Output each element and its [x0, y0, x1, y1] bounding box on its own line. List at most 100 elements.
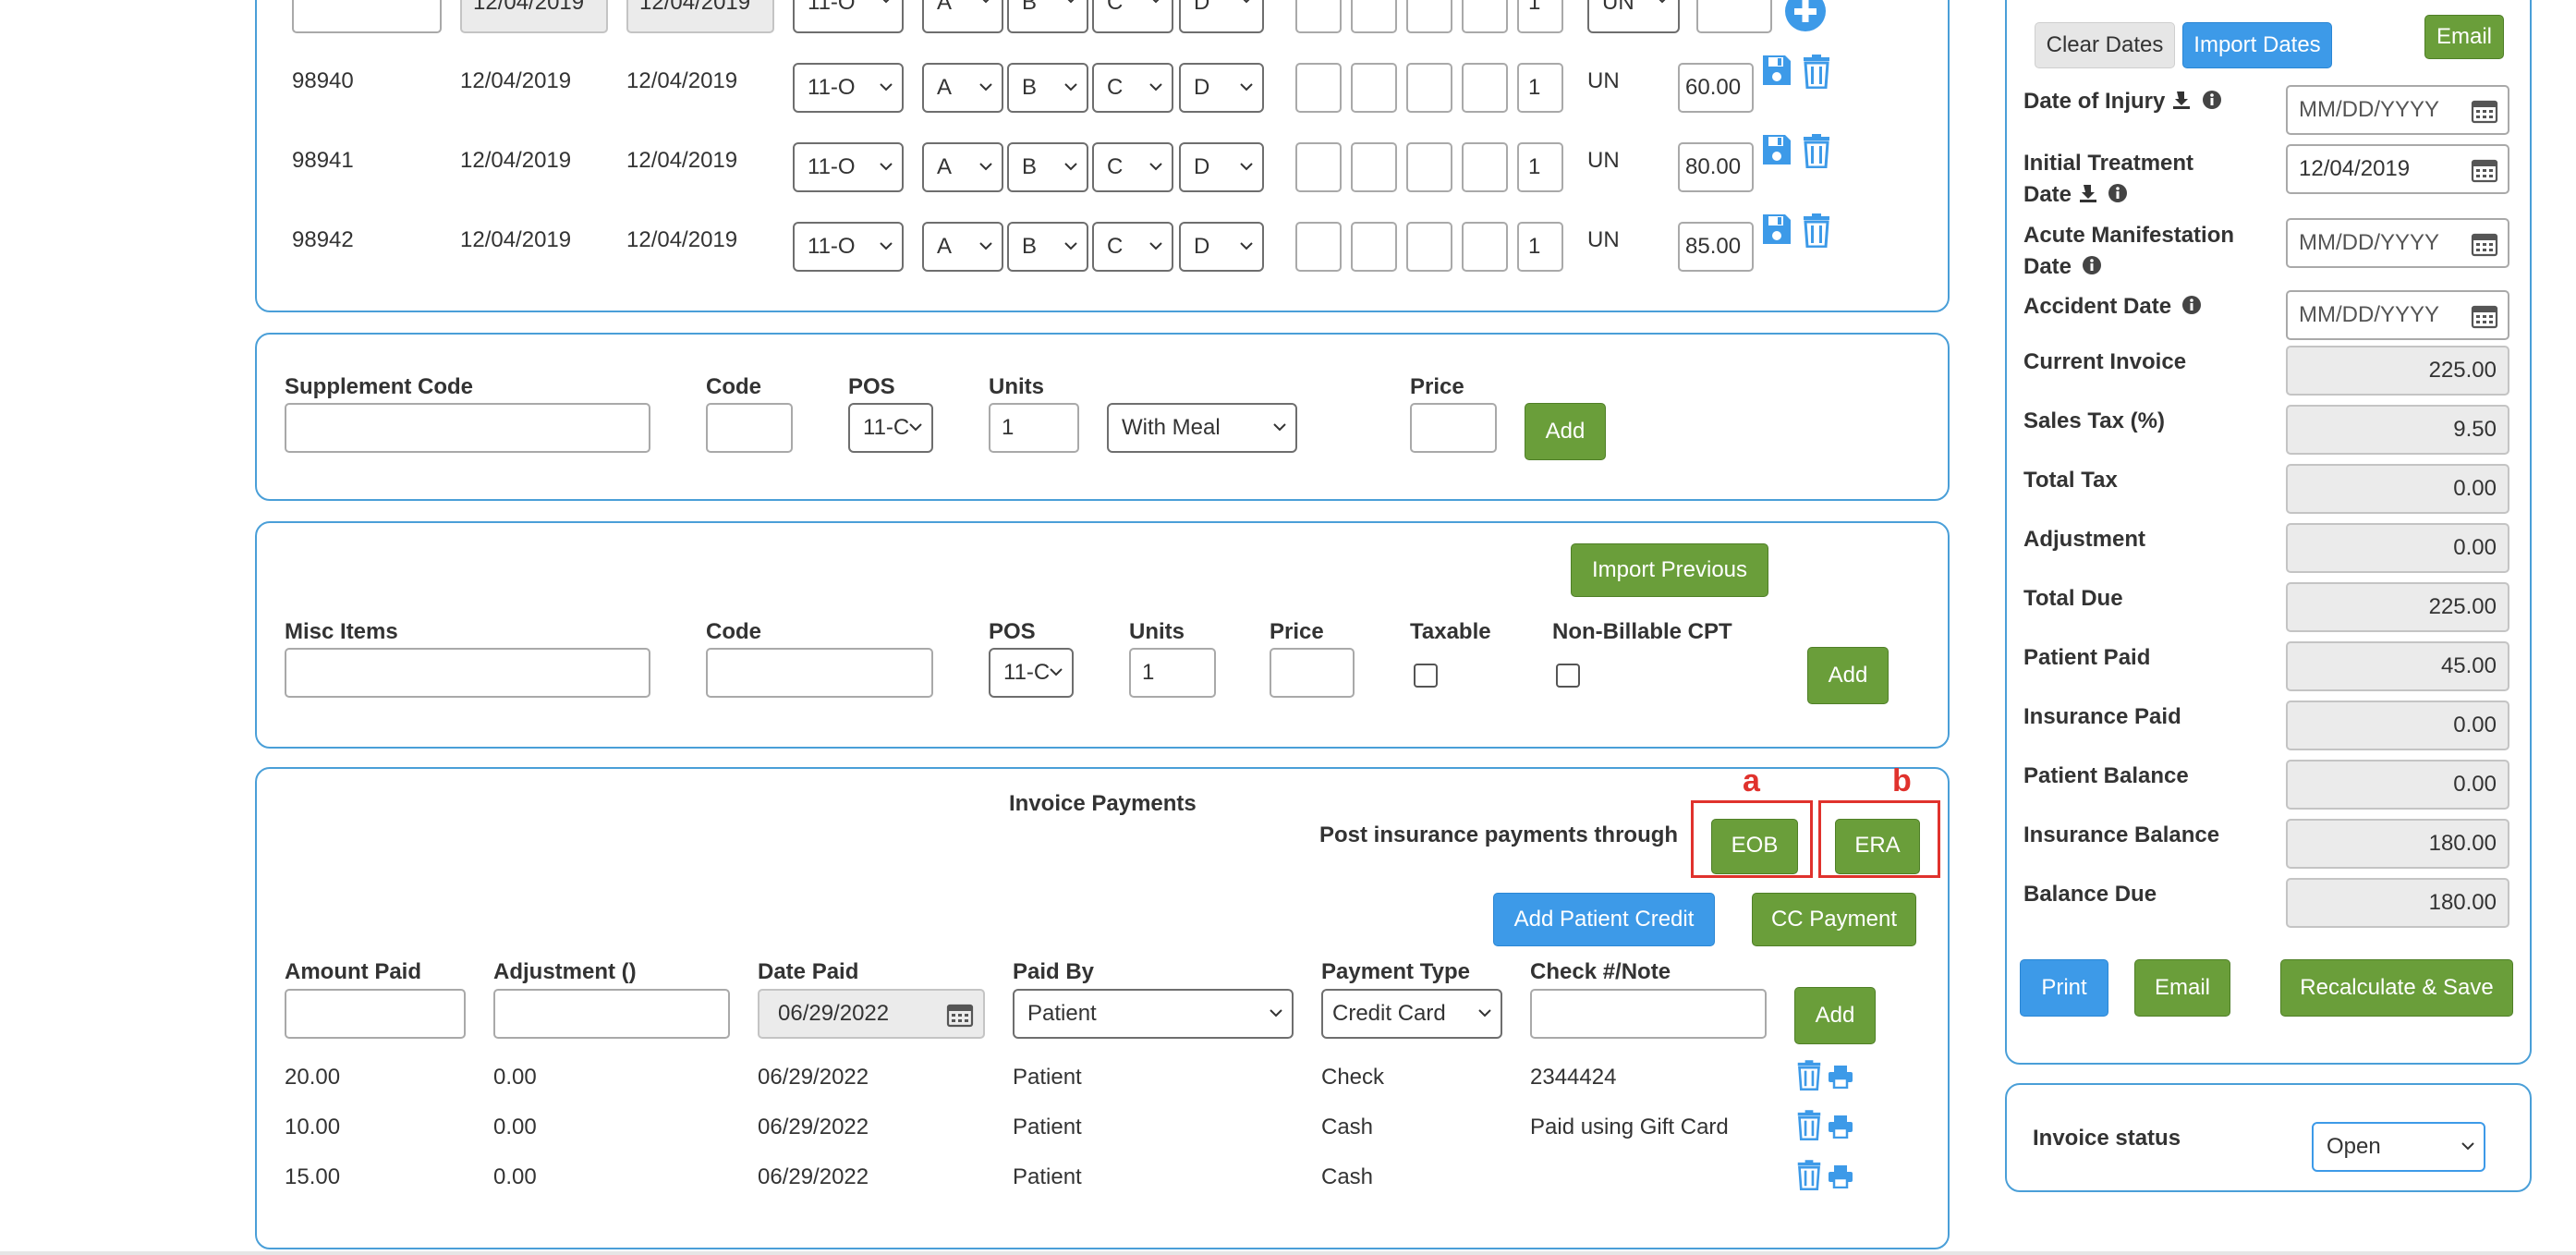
row-pos-select[interactable]: 11-O: [793, 63, 904, 113]
info-icon[interactable]: [2202, 90, 2222, 110]
initial-treatment-input[interactable]: 12/04/2019: [2286, 144, 2509, 194]
supplement-meal-select[interactable]: With Meal: [1107, 403, 1297, 453]
acute-manifestation-input[interactable]: MM/DD/YYYY: [2286, 218, 2509, 268]
supplement-code-small-input[interactable]: [706, 403, 793, 453]
row-mod-b[interactable]: B: [1007, 142, 1088, 192]
delete-payment-button[interactable]: [1796, 1059, 1822, 1095]
save-row-button[interactable]: [1761, 133, 1792, 171]
row-price-input[interactable]: 60.00: [1678, 63, 1754, 113]
row-dx2-input[interactable]: [1351, 63, 1397, 113]
save-row-button[interactable]: [1761, 213, 1792, 250]
misc-price-input[interactable]: [1270, 648, 1355, 698]
paid-by-select[interactable]: Patient: [1013, 989, 1294, 1039]
amount-paid-input[interactable]: [285, 989, 466, 1039]
era-button[interactable]: ERA: [1835, 819, 1920, 874]
new-row-dx1[interactable]: [1295, 0, 1342, 33]
eob-button[interactable]: EOB: [1711, 819, 1798, 874]
print-receipt-button[interactable]: [1828, 1164, 1853, 1193]
new-row-mod-d[interactable]: D: [1179, 0, 1264, 33]
row-dx4-input[interactable]: [1462, 142, 1508, 192]
cc-payment-button[interactable]: CC Payment: [1752, 893, 1916, 946]
new-row-mod-b[interactable]: B: [1007, 0, 1088, 33]
add-patient-credit-button[interactable]: Add Patient Credit: [1493, 893, 1715, 946]
misc-code-input[interactable]: [706, 648, 933, 698]
row-mod-d[interactable]: D: [1179, 142, 1264, 192]
new-row-mod-a[interactable]: A: [922, 0, 1003, 33]
row-dx1-input[interactable]: [1295, 222, 1342, 272]
row-dx1-input[interactable]: [1295, 142, 1342, 192]
info-icon[interactable]: [2181, 295, 2202, 315]
print-button[interactable]: Print: [2020, 959, 2108, 1017]
adjustment-input[interactable]: [493, 989, 730, 1039]
row-mod-d[interactable]: D: [1179, 63, 1264, 113]
invoice-status-select[interactable]: Open: [2312, 1122, 2485, 1172]
date-of-injury-input[interactable]: MM/DD/YYYY: [2286, 85, 2509, 135]
row-dx3-input[interactable]: [1406, 142, 1452, 192]
delete-payment-button[interactable]: [1796, 1109, 1822, 1145]
row-dx3-input[interactable]: [1406, 63, 1452, 113]
row-dx2-input[interactable]: [1351, 222, 1397, 272]
row-mod-c[interactable]: C: [1092, 142, 1173, 192]
row-mod-c[interactable]: C: [1092, 63, 1173, 113]
row-units-input[interactable]: 1: [1517, 142, 1563, 192]
save-row-button[interactable]: [1761, 54, 1792, 91]
misc-units-input[interactable]: 1: [1129, 648, 1216, 698]
print-receipt-button[interactable]: [1828, 1115, 1853, 1143]
misc-add-button[interactable]: Add: [1807, 647, 1889, 704]
row-dx1-input[interactable]: [1295, 63, 1342, 113]
print-receipt-button[interactable]: [1828, 1065, 1853, 1093]
misc-items-input[interactable]: [285, 648, 650, 698]
row-units-input[interactable]: 1: [1517, 63, 1563, 113]
row-mod-c[interactable]: C: [1092, 222, 1173, 272]
new-row-dx2[interactable]: [1351, 0, 1397, 33]
supplement-price-input[interactable]: [1410, 403, 1497, 453]
info-icon[interactable]: [2082, 255, 2102, 275]
payment-type-select[interactable]: Credit Card: [1321, 989, 1502, 1039]
row-dx4-input[interactable]: [1462, 222, 1508, 272]
misc-taxable-checkbox[interactable]: [1414, 664, 1438, 688]
import-previous-button[interactable]: Import Previous: [1571, 543, 1768, 597]
row-dx2-input[interactable]: [1351, 142, 1397, 192]
row-dx3-input[interactable]: [1406, 222, 1452, 272]
info-icon[interactable]: [2108, 183, 2128, 203]
delete-payment-button[interactable]: [1796, 1159, 1822, 1195]
import-dates-button[interactable]: Import Dates: [2182, 22, 2332, 68]
email-top-button[interactable]: Email: [2424, 15, 2504, 59]
row-mod-a[interactable]: A: [922, 222, 1003, 272]
clear-dates-button[interactable]: Clear Dates: [2035, 22, 2175, 68]
misc-non-billable-checkbox[interactable]: [1556, 664, 1580, 688]
new-row-mod-c[interactable]: C: [1092, 0, 1173, 33]
new-row-code-input[interactable]: [292, 0, 442, 33]
delete-row-button[interactable]: [1802, 213, 1831, 252]
new-row-price[interactable]: [1696, 0, 1772, 33]
email-bottom-button[interactable]: Email: [2134, 959, 2230, 1017]
recalculate-save-button[interactable]: Recalculate & Save: [2280, 959, 2513, 1017]
payment-add-button[interactable]: Add: [1794, 987, 1876, 1044]
row-mod-b[interactable]: B: [1007, 222, 1088, 272]
row-pos-select[interactable]: 11-O: [793, 222, 904, 272]
add-circle-icon[interactable]: [1783, 0, 1828, 33]
date-paid-input[interactable]: 06/29/2022: [758, 989, 985, 1039]
row-mod-a[interactable]: A: [922, 142, 1003, 192]
new-row-units[interactable]: 1: [1517, 0, 1563, 33]
row-mod-b[interactable]: B: [1007, 63, 1088, 113]
delete-row-button[interactable]: [1802, 54, 1831, 93]
row-pos-select[interactable]: 11-O: [793, 142, 904, 192]
supplement-add-button[interactable]: Add: [1525, 403, 1606, 460]
row-price-input[interactable]: 80.00: [1678, 142, 1754, 192]
row-dx4-input[interactable]: [1462, 63, 1508, 113]
new-row-dx4[interactable]: [1462, 0, 1508, 33]
delete-row-button[interactable]: [1802, 133, 1831, 173]
new-row-dx3[interactable]: [1406, 0, 1452, 33]
row-units-input[interactable]: 1: [1517, 222, 1563, 272]
supplement-pos-select[interactable]: 11-C: [848, 403, 933, 453]
new-row-pos-select[interactable]: 11-O: [793, 0, 904, 33]
accident-date-input[interactable]: MM/DD/YYYY: [2286, 290, 2509, 340]
new-row-unit-type-select[interactable]: UN: [1587, 0, 1680, 33]
supplement-code-input[interactable]: [285, 403, 650, 453]
row-mod-a[interactable]: A: [922, 63, 1003, 113]
supplement-units-input[interactable]: 1: [989, 403, 1079, 453]
check-note-input[interactable]: [1530, 989, 1767, 1039]
row-price-input[interactable]: 85.00: [1678, 222, 1754, 272]
row-mod-d[interactable]: D: [1179, 222, 1264, 272]
